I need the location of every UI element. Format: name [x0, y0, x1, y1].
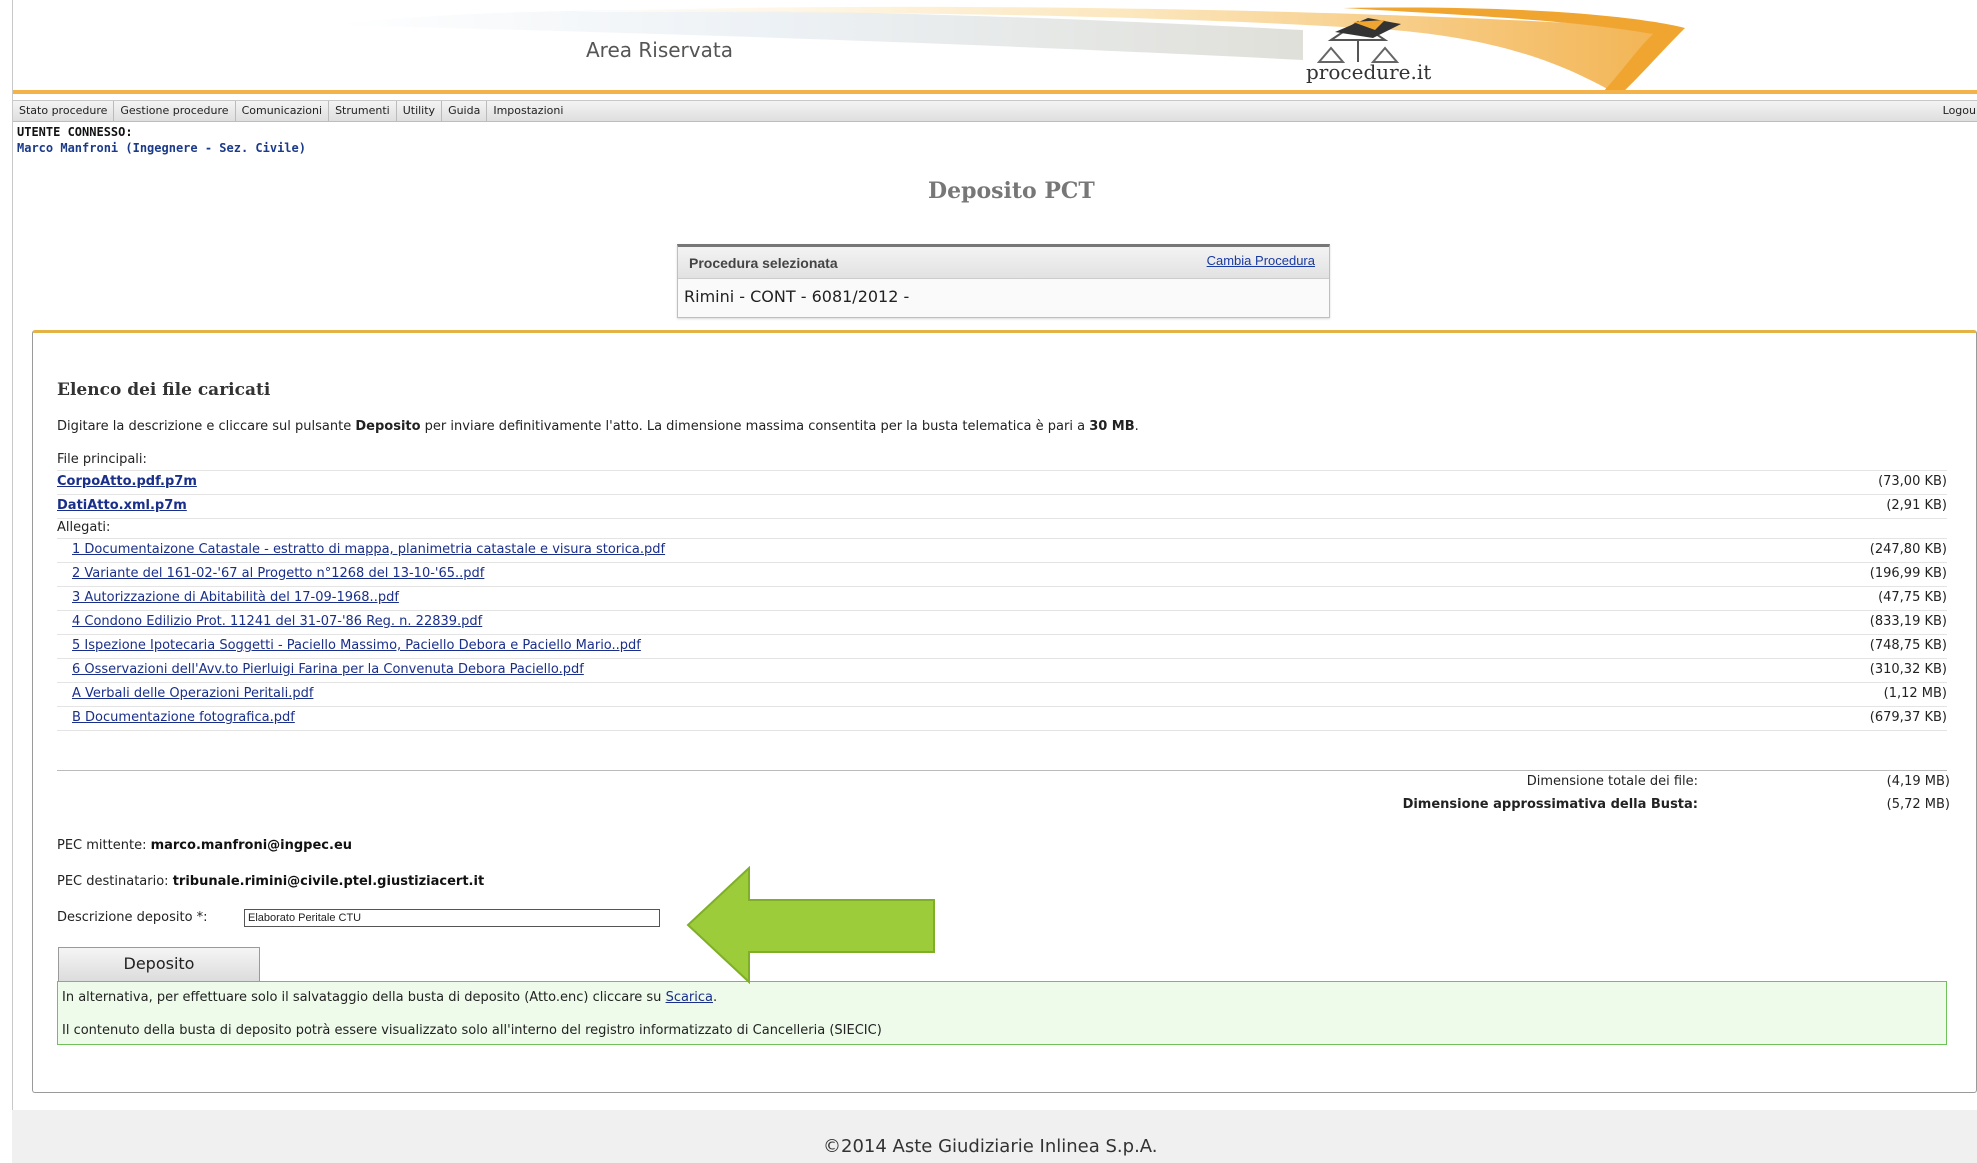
attachment-link[interactable]: B Documentazione fotografica.pdf	[57, 710, 295, 725]
file-size: (47,75 KB)	[1878, 590, 1947, 605]
attachment-link[interactable]: 3 Autorizzazione di Abitabilità del 17-0…	[57, 590, 399, 605]
menu-bar: Stato procedure Gestione procedure Comunic…	[13, 100, 1977, 122]
scarica-link[interactable]: Scarica	[666, 990, 713, 1005]
file-link[interactable]: CorpoAtto.pdf.p7m	[57, 474, 197, 489]
menu-item-utility[interactable]: Utility	[397, 101, 443, 121]
menu-item-guida[interactable]: Guida	[442, 101, 488, 121]
attachment-row: B Documentazione fotografica.pdf (679,37…	[57, 706, 1947, 731]
file-row: DatiAtto.xml.p7m (2,91 KB)	[57, 494, 1947, 519]
info-line-1-text: In alternativa, per effettuare solo il s…	[62, 990, 666, 1005]
app-frame: Area Riservata procedure.it Stato proced…	[12, 0, 1977, 1110]
info-line-2: Il contenuto della busta di deposito pot…	[62, 1023, 882, 1038]
total-size-value: (4,19 MB)	[1886, 774, 1950, 789]
attachment-link[interactable]: 4 Condono Edilizio Prot. 11241 del 31-07…	[57, 614, 482, 629]
info-line-1: In alternativa, per effettuare solo il s…	[62, 990, 717, 1005]
deposit-panel: Elenco dei file caricati Digitare la des…	[32, 330, 1977, 1093]
attachment-row: 2 Variante del 161-02-'67 al Progetto n°…	[57, 562, 1947, 587]
procedure-label: Procedura selezionata	[689, 255, 838, 271]
main-files-label-row: File principali:	[57, 450, 1947, 471]
area-title: Area Riservata	[586, 38, 733, 62]
file-size: (196,99 KB)	[1869, 566, 1947, 581]
logout-link[interactable]: Logou	[1943, 101, 1977, 121]
attachment-link[interactable]: 2 Variante del 161-02-'67 al Progetto n°…	[57, 566, 484, 581]
deposit-description-label: Descrizione deposito *:	[57, 910, 208, 925]
user-info: UTENTE CONNESSO: Marco Manfroni (Ingegne…	[17, 124, 306, 156]
banner-swoosh-graphic	[13, 6, 1977, 94]
attachment-link[interactable]: A Verbali delle Operazioni Peritali.pdf	[57, 686, 313, 701]
attachment-link[interactable]: 6 Osservazioni dell'Avv.to Pierluigi Far…	[57, 662, 584, 677]
menu-item-comunicazioni[interactable]: Comunicazioni	[236, 101, 330, 121]
attachment-row: 4 Condono Edilizio Prot. 11241 del 31-07…	[57, 610, 1947, 635]
menu-item-stato-procedure[interactable]: Stato procedure	[13, 101, 115, 121]
instruction-max-size: 30 MB	[1089, 419, 1135, 434]
pec-recipient-label: PEC destinatario:	[57, 874, 173, 889]
pec-sender-value: marco.manfroni@ingpec.eu	[150, 838, 353, 853]
instruction-pre: Digitare la descrizione e cliccare sul p…	[57, 419, 356, 434]
change-procedure-link[interactable]: Cambia Procedura	[1207, 253, 1315, 268]
attachment-link[interactable]: 1 Documentaizone Catastale - estratto di…	[57, 542, 665, 557]
page-title: Deposito PCT	[928, 178, 1095, 204]
instruction-text: Digitare la descrizione e cliccare sul p…	[57, 419, 1139, 434]
pec-sender: PEC mittente: marco.manfroni@ingpec.eu	[57, 838, 352, 853]
file-link[interactable]: DatiAtto.xml.p7m	[57, 498, 187, 513]
procedure-header: Procedura selezionata Cambia Procedura	[678, 247, 1329, 279]
info-line-1-end: .	[713, 990, 718, 1005]
selected-procedure-box: Procedura selezionata Cambia Procedura R…	[677, 244, 1330, 318]
instruction-bold: Deposito	[355, 419, 421, 434]
main-files-label: File principali:	[57, 452, 147, 467]
file-size: (1,12 MB)	[1883, 686, 1947, 701]
file-row: CorpoAtto.pdf.p7m (73,00 KB)	[57, 470, 1947, 495]
attachments-label-row: Allegati:	[57, 518, 1947, 539]
envelope-size-value: (5,72 MB)	[1886, 797, 1950, 812]
file-size: (247,80 KB)	[1869, 542, 1947, 557]
procedure-value: Rimini - CONT - 6081/2012 -	[684, 287, 910, 306]
attachment-link[interactable]: 5 Ispezione Ipotecaria Soggetti - Paciel…	[57, 638, 641, 653]
total-size-label: Dimensione totale dei file:	[1526, 774, 1698, 789]
deposit-description-input[interactable]	[244, 909, 660, 927]
file-size: (679,37 KB)	[1869, 710, 1947, 725]
pec-sender-label: PEC mittente:	[57, 838, 151, 853]
file-size: (310,32 KB)	[1869, 662, 1947, 677]
footer-copyright: ©2014 Aste Giudiziarie Inlinea S.p.A.	[823, 1136, 1158, 1157]
attachment-row: 6 Osservazioni dell'Avv.to Pierluigi Far…	[57, 658, 1947, 683]
instruction-mid: per inviare definitivamente l'atto. La d…	[420, 419, 1090, 434]
file-size: (73,00 KB)	[1878, 474, 1947, 489]
file-size: (748,75 KB)	[1869, 638, 1947, 653]
info-box: In alternativa, per effettuare solo il s…	[57, 981, 1947, 1045]
totals-divider	[57, 770, 1947, 771]
footer: ©2014 Aste Giudiziarie Inlinea S.p.A.	[12, 1110, 1977, 1163]
attachment-row: 5 Ispezione Ipotecaria Soggetti - Paciel…	[57, 634, 1947, 659]
instruction-end: .	[1134, 419, 1139, 434]
attachment-row: 1 Documentaizone Catastale - estratto di…	[57, 538, 1947, 563]
menu-item-impostazioni[interactable]: Impostazioni	[487, 101, 569, 121]
menu-item-gestione-procedure[interactable]: Gestione procedure	[114, 101, 236, 121]
file-size: (2,91 KB)	[1886, 498, 1947, 513]
header-banner: Area Riservata procedure.it	[13, 0, 1977, 100]
attachment-row: 3 Autorizzazione di Abitabilità del 17-0…	[57, 586, 1947, 611]
user-label: UTENTE CONNESSO:	[17, 125, 133, 139]
file-list-title: Elenco dei file caricati	[57, 380, 271, 400]
pec-recipient: PEC destinatario: tribunale.rimini@civil…	[57, 874, 484, 889]
file-size: (833,19 KB)	[1869, 614, 1947, 629]
green-arrow-icon	[686, 866, 935, 984]
menu-item-strumenti[interactable]: Strumenti	[329, 101, 397, 121]
pec-recipient-value: tribunale.rimini@civile.ptel.giustiziace…	[172, 874, 485, 889]
attachment-row: A Verbali delle Operazioni Peritali.pdf …	[57, 682, 1947, 707]
attachments-label: Allegati:	[57, 520, 111, 535]
deposit-button[interactable]: Deposito	[58, 947, 260, 982]
logo-text: procedure.it	[1306, 60, 1432, 84]
envelope-size-label: Dimensione approssimativa della Busta:	[1402, 797, 1698, 812]
user-name: Marco Manfroni (Ingegnere - Sez. Civile)	[17, 141, 306, 155]
